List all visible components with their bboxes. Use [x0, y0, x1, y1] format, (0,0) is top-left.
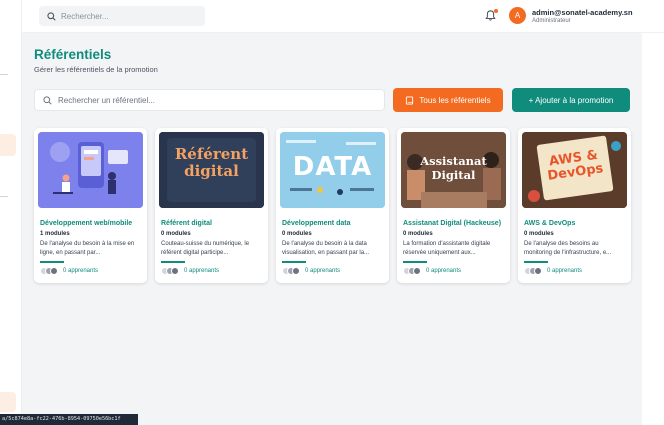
- referentiel-card[interactable]: DATA Développement data 0 modules De l'a…: [276, 128, 389, 283]
- global-search-input[interactable]: [61, 11, 181, 21]
- card-accent-bar: [403, 261, 427, 263]
- notification-dot: [494, 9, 498, 13]
- card-title: Développement web/mobile: [40, 220, 133, 227]
- referentiel-card[interactable]: Assistanat Digital Assistanat Digital (H…: [397, 128, 510, 283]
- card-modules: 1 modules: [40, 231, 70, 237]
- card-image-web-mobile: [38, 132, 143, 208]
- card-modules: 0 modules: [403, 231, 433, 237]
- card-title: Assistanat Digital (Hackeuse): [403, 220, 502, 227]
- card-image-assistanat-digital: Assistanat Digital: [401, 132, 506, 208]
- referentiel-card[interactable]: Référent digital Référent digital 0 modu…: [155, 128, 268, 283]
- learner-count: 0 apprenants: [426, 267, 462, 274]
- global-search[interactable]: [39, 6, 205, 26]
- add-to-promotion-button[interactable]: + Ajouter à la promotion: [512, 88, 630, 112]
- sidebar-divider: [0, 196, 8, 197]
- card-description: De l'analyse du besoin à la data visuali…: [282, 241, 370, 256]
- sidebar: [0, 0, 22, 425]
- all-referentiels-label: Tous les référentiels: [419, 95, 491, 105]
- card-description: La formation d'assistante digitale réser…: [403, 241, 491, 256]
- learner-avatars: [524, 266, 542, 275]
- card-title: Développement data: [282, 220, 351, 227]
- search-icon: [43, 95, 52, 105]
- card-title: Référent digital: [161, 220, 212, 227]
- referentiel-card[interactable]: AWS & DevOps AWS & DevOps 0 modules De l…: [518, 128, 631, 283]
- sidebar-logout-item[interactable]: [0, 392, 16, 412]
- all-referentiels-button[interactable]: Tous les référentiels: [393, 88, 503, 112]
- card-image-text: Assistanat Digital: [420, 154, 487, 182]
- user-role: Administrateur: [532, 18, 571, 24]
- card-accent-bar: [40, 261, 64, 263]
- book-icon: [406, 95, 414, 105]
- user-email: admin@sonatel-academy.sn: [532, 8, 633, 17]
- card-modules: 0 modules: [282, 231, 312, 237]
- avatar[interactable]: A: [509, 7, 526, 24]
- add-to-promotion-label: + Ajouter à la promotion: [528, 95, 614, 105]
- top-header: A admin@sonatel-academy.sn Administrateu…: [22, 0, 664, 33]
- main-content: Référentiels Gérer les référentiels de l…: [22, 33, 642, 425]
- referentiel-search-input[interactable]: [58, 95, 358, 105]
- learner-count: 0 apprenants: [305, 267, 341, 274]
- referentiel-card[interactable]: Développement web/mobile 1 modules De l'…: [34, 128, 147, 283]
- card-accent-bar: [524, 261, 548, 263]
- learner-avatars: [40, 266, 58, 275]
- card-modules: 0 modules: [161, 231, 191, 237]
- learner-count: 0 apprenants: [184, 267, 220, 274]
- right-gutter: [642, 33, 664, 425]
- search-icon: [47, 11, 56, 21]
- learner-avatars: [282, 266, 300, 275]
- card-title: AWS & DevOps: [524, 220, 576, 227]
- card-accent-bar: [282, 261, 306, 263]
- card-description: Couteau-suisse du numérique, le référent…: [161, 241, 250, 256]
- card-image-data: DATA: [280, 132, 385, 208]
- card-image-referent-digital: Référent digital: [159, 132, 264, 208]
- sidebar-divider: [0, 74, 8, 75]
- page-title: Référentiels: [34, 47, 112, 62]
- notification-bell[interactable]: [484, 9, 498, 23]
- card-modules: 0 modules: [524, 231, 554, 237]
- learner-avatars: [161, 266, 179, 275]
- status-url-tooltip: a/5c874e8a-fc22-476b-8954-09750e56bc1f: [0, 414, 138, 425]
- card-image-text: DATA: [292, 152, 373, 182]
- referentiel-search[interactable]: [34, 89, 385, 111]
- card-accent-bar: [161, 261, 185, 263]
- learner-count: 0 apprenants: [63, 267, 99, 274]
- card-image-text: Référent digital: [174, 145, 249, 180]
- learner-count: 0 apprenants: [547, 267, 583, 274]
- card-image-aws-devops: AWS & DevOps: [522, 132, 627, 208]
- card-description: De l'analyse des besoins au monitoring d…: [524, 241, 612, 256]
- sidebar-active-item[interactable]: [0, 134, 16, 156]
- learner-avatars: [403, 266, 421, 275]
- page-subtitle: Gérer les référentiels de la promotion: [34, 65, 158, 74]
- card-description: De l'analyse du besoin à la mise en lign…: [40, 241, 135, 256]
